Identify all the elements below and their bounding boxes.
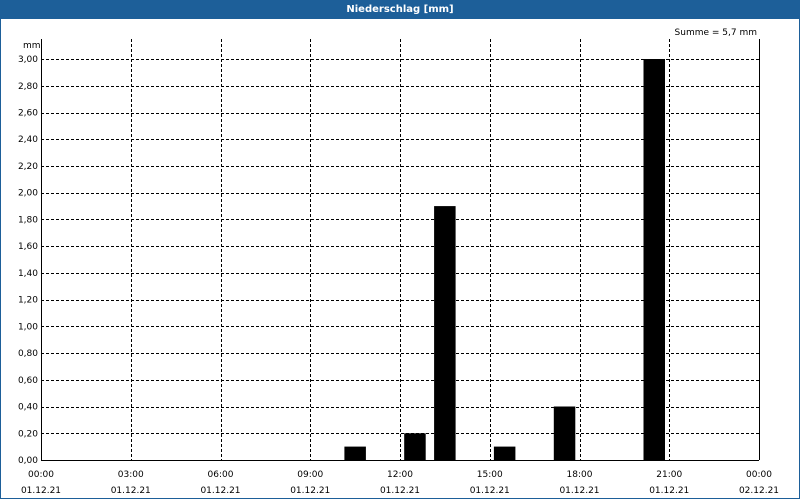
x-tick-date-label: 01.12.21: [21, 486, 61, 496]
precipitation-bar: [434, 206, 456, 460]
precipitation-bar: [553, 406, 576, 460]
y-tick-label: 2,80: [18, 82, 38, 92]
y-tick-label: 2,00: [18, 189, 38, 199]
x-tick-time-label: 06:00: [208, 470, 234, 480]
y-tick-label: 0,60: [18, 376, 38, 386]
y-tick-label: 3,00: [18, 55, 38, 65]
y-axis-unit-label: mm: [23, 41, 41, 51]
x-tick-date-label: 01.12.21: [470, 486, 510, 496]
x-tick-time-label: 21:00: [656, 470, 682, 480]
y-tick-label: 2,60: [18, 109, 38, 119]
x-tick-time-label: 00:00: [746, 470, 772, 480]
x-tick-date-label: 01.12.21: [559, 486, 599, 496]
x-tick-date-label: 01.12.21: [649, 486, 689, 496]
y-tick-label: 0,40: [18, 403, 38, 413]
precipitation-bar: [643, 59, 665, 460]
y-tick-label: 1,80: [18, 215, 38, 225]
y-tick-label: 1,40: [18, 269, 38, 279]
x-tick-date-label: 01.12.21: [290, 486, 330, 496]
x-tick-labels: 00:00 01.12.21 03:00 01.12.21 06:00 01.12.21 0…: [21, 470, 779, 496]
x-tick-date-label: 01.12.21: [380, 486, 420, 496]
y-tick-label: 0,80: [18, 349, 38, 359]
y-tick-label: 2,40: [18, 135, 38, 145]
x-tick-date-label: 02.12.21: [739, 486, 779, 496]
x-tick-date-label: 01.12.21: [200, 486, 240, 496]
x-tick-time-label: 03:00: [118, 470, 144, 480]
y-tick-label: 1,00: [18, 322, 38, 332]
x-tick-time-label: 09:00: [297, 470, 323, 480]
x-tick-time-label: 15:00: [477, 470, 503, 480]
x-tick-time-label: 18:00: [567, 470, 593, 480]
x-tick-time-label: 00:00: [28, 470, 54, 480]
y-tick-label: 0,00: [18, 456, 38, 466]
x-tick-date-label: 01.12.21: [111, 486, 151, 496]
bars-group: [344, 59, 665, 460]
y-tick-label: 1,60: [18, 242, 38, 252]
precipitation-chart: mm Summe = 5,7 mm 0,00 0,20 0,40 0,60 0,80 1,…: [18, 28, 779, 496]
precipitation-bar: [344, 446, 366, 460]
sum-annotation: Summe = 5,7 mm: [675, 28, 757, 38]
precipitation-bar: [493, 446, 516, 460]
x-tick-time-label: 12:00: [387, 470, 413, 480]
precipitation-bar: [404, 433, 426, 460]
y-tick-label: 2,20: [18, 162, 38, 172]
y-tick-labels: 0,00 0,20 0,40 0,60 0,80 1,00 1,20 1,40 1,60 1,80…: [18, 55, 38, 466]
y-tick-label: 0,20: [18, 429, 38, 439]
y-tick-label: 1,20: [18, 296, 38, 306]
